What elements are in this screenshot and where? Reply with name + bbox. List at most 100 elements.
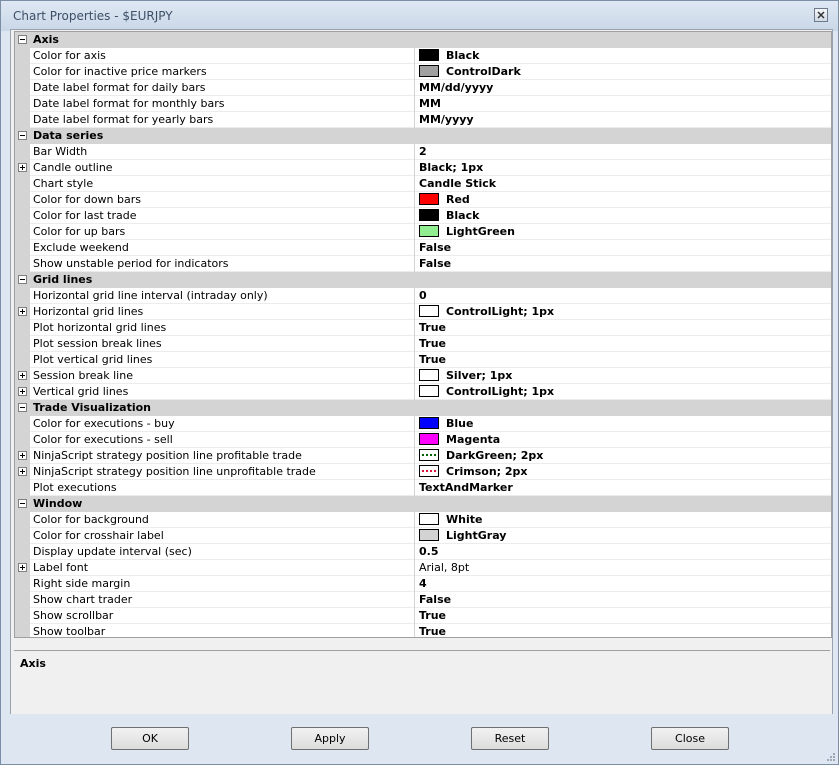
property-value[interactable]: LightGray	[419, 528, 831, 544]
property-row[interactable]: Color for axis Black	[15, 48, 831, 64]
property-row[interactable]: Plot executions TextAndMarker	[15, 480, 831, 496]
property-row[interactable]: Show chart trader False	[15, 592, 831, 608]
property-value[interactable]: True	[419, 336, 831, 352]
reset-button[interactable]: Reset	[471, 727, 549, 750]
expand-icon[interactable]	[18, 163, 27, 172]
expand-icon[interactable]	[18, 371, 27, 380]
property-value[interactable]: Silver; 1px	[419, 368, 831, 384]
column-divider	[414, 240, 415, 256]
property-value[interactable]: MM/yyyy	[419, 112, 831, 128]
ok-button[interactable]: OK	[111, 727, 189, 750]
property-row[interactable]: Horizontal grid line interval (intraday …	[15, 288, 831, 304]
property-value[interactable]: White	[419, 512, 831, 528]
property-value[interactable]: TextAndMarker	[419, 480, 831, 496]
row-gutter	[15, 560, 30, 576]
property-row[interactable]: Show toolbar True	[15, 624, 831, 637]
property-value[interactable]: ControlDark	[419, 64, 831, 80]
property-name: Color for background	[33, 513, 149, 526]
property-value[interactable]: False	[419, 256, 831, 272]
row-gutter	[15, 176, 30, 192]
property-row[interactable]: Show scrollbar True	[15, 608, 831, 624]
property-row[interactable]: Plot session break lines True	[15, 336, 831, 352]
property-row[interactable]: Date label format for daily bars MM/dd/yy…	[15, 80, 831, 96]
property-value[interactable]: Black	[419, 48, 831, 64]
property-row[interactable]: Date label format for monthly bars MM	[15, 96, 831, 112]
property-row[interactable]: Color for inactive price markers ControlD…	[15, 64, 831, 80]
column-divider	[414, 560, 415, 576]
property-row[interactable]: Display update interval (sec) 0.5	[15, 544, 831, 560]
property-row[interactable]: Horizontal grid lines ControlLight; 1px	[15, 304, 831, 320]
property-value[interactable]: Red	[419, 192, 831, 208]
property-value[interactable]: DarkGreen; 2px	[419, 448, 831, 464]
property-value[interactable]: True	[419, 352, 831, 368]
property-value[interactable]: Crimson; 2px	[419, 464, 831, 480]
expand-icon[interactable]	[18, 387, 27, 396]
property-row[interactable]: Color for executions - sell Magenta	[15, 432, 831, 448]
property-value[interactable]: LightGreen	[419, 224, 831, 240]
category-header[interactable]: Window	[15, 496, 831, 512]
expand-icon[interactable]	[18, 467, 27, 476]
row-gutter	[15, 480, 30, 496]
property-value[interactable]: Black; 1px	[419, 160, 831, 176]
property-value[interactable]: 0	[419, 288, 831, 304]
column-divider	[414, 512, 415, 528]
expand-icon[interactable]	[18, 451, 27, 460]
property-value[interactable]: 0.5	[419, 544, 831, 560]
collapse-icon[interactable]	[18, 499, 27, 508]
category-header[interactable]: Data series	[15, 128, 831, 144]
collapse-icon[interactable]	[18, 131, 27, 140]
property-value[interactable]: ControlLight; 1px	[419, 304, 831, 320]
property-value[interactable]: False	[419, 592, 831, 608]
collapse-icon[interactable]	[18, 403, 27, 412]
property-value[interactable]: MM	[419, 96, 831, 112]
category-header[interactable]: Grid lines	[15, 272, 831, 288]
close-button[interactable]: Close	[651, 727, 729, 750]
property-row[interactable]: Plot horizontal grid lines True	[15, 320, 831, 336]
property-value[interactable]: Arial, 8pt	[419, 560, 831, 576]
property-row[interactable]: Candle outline Black; 1px	[15, 160, 831, 176]
title-bar[interactable]: Chart Properties - $EURJPY	[1, 1, 838, 31]
property-value[interactable]: Blue	[419, 416, 831, 432]
property-row[interactable]: Session break line Silver; 1px	[15, 368, 831, 384]
property-row[interactable]: Color for last trade Black	[15, 208, 831, 224]
property-row[interactable]: Color for background White	[15, 512, 831, 528]
property-value[interactable]: Candle Stick	[419, 176, 831, 192]
property-row[interactable]: Color for executions - buy Blue	[15, 416, 831, 432]
property-row[interactable]: Exclude weekend False	[15, 240, 831, 256]
property-row[interactable]: Color for up bars LightGreen	[15, 224, 831, 240]
property-row[interactable]: Color for down bars Red	[15, 192, 831, 208]
resize-grip-icon[interactable]	[826, 752, 836, 762]
property-row[interactable]: Plot vertical grid lines True	[15, 352, 831, 368]
property-value[interactable]: False	[419, 240, 831, 256]
property-row[interactable]: Date label format for yearly bars MM/yyyy	[15, 112, 831, 128]
category-header[interactable]: Trade Visualization	[15, 400, 831, 416]
property-row[interactable]: Label font Arial, 8pt	[15, 560, 831, 576]
expand-icon[interactable]	[18, 563, 27, 572]
property-row[interactable]: NinjaScript strategy position line profi…	[15, 448, 831, 464]
apply-button[interactable]: Apply	[291, 727, 369, 750]
property-row[interactable]: Color for crosshair label LightGray	[15, 528, 831, 544]
property-row[interactable]: Show unstable period for indicators False	[15, 256, 831, 272]
property-row[interactable]: Bar Width 2	[15, 144, 831, 160]
close-window-button[interactable]	[814, 8, 828, 22]
property-value-text: True	[419, 609, 447, 622]
row-gutter	[15, 320, 30, 336]
property-name: Plot horizontal grid lines	[33, 321, 167, 334]
property-value[interactable]: True	[419, 624, 831, 637]
property-row[interactable]: Vertical grid lines ControlLight; 1px	[15, 384, 831, 400]
property-value[interactable]: ControlLight; 1px	[419, 384, 831, 400]
collapse-icon[interactable]	[18, 275, 27, 284]
property-value[interactable]: Magenta	[419, 432, 831, 448]
collapse-icon[interactable]	[18, 35, 27, 44]
property-value[interactable]: True	[419, 320, 831, 336]
property-value[interactable]: MM/dd/yyyy	[419, 80, 831, 96]
category-header[interactable]: Axis	[15, 32, 831, 48]
property-value[interactable]: Black	[419, 208, 831, 224]
property-value[interactable]: 4	[419, 576, 831, 592]
property-row[interactable]: Chart style Candle Stick	[15, 176, 831, 192]
property-value[interactable]: 2	[419, 144, 831, 160]
property-value[interactable]: True	[419, 608, 831, 624]
expand-icon[interactable]	[18, 307, 27, 316]
property-row[interactable]: NinjaScript strategy position line unpro…	[15, 464, 831, 480]
property-row[interactable]: Right side margin 4	[15, 576, 831, 592]
